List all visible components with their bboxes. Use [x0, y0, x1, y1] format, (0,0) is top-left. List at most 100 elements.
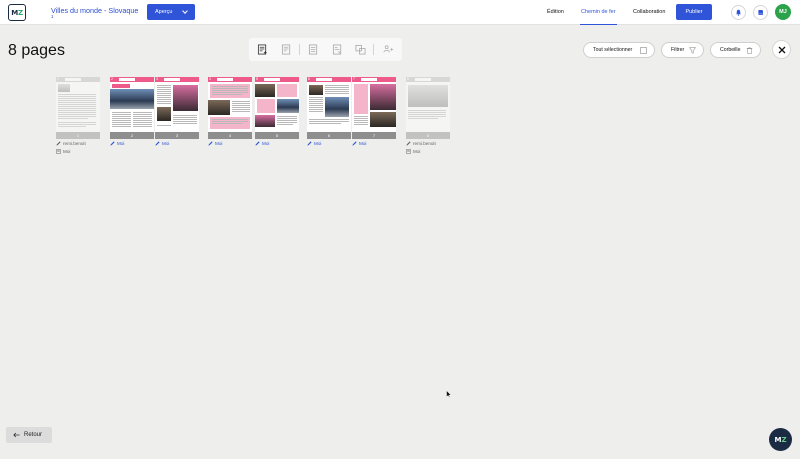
text-line: [157, 93, 171, 94]
text-line: [133, 126, 152, 127]
page-author: Moi: [307, 141, 321, 146]
select-all-button[interactable]: Tout sélectionner: [583, 42, 655, 58]
preview-dropdown-button[interactable]: Aperçu: [147, 4, 195, 20]
book-icon: [758, 10, 763, 15]
preview-label: Aperçu: [155, 9, 173, 15]
help-chat-button[interactable]: MZ: [769, 428, 792, 451]
page-section-tag: [415, 78, 431, 81]
page-thumbnail-3[interactable]: 3 3: [155, 77, 199, 139]
text-line: [157, 99, 171, 100]
text-line: [58, 104, 96, 105]
text-line: [309, 103, 323, 104]
assign-users-tool[interactable]: [382, 43, 394, 55]
page-number-tag: 1: [57, 77, 59, 81]
move-page-tool[interactable]: [354, 43, 366, 55]
text-line: [173, 123, 197, 124]
page-thumbnail-4[interactable]: 4 4: [208, 77, 252, 139]
text-line: [232, 101, 250, 102]
text-line: [309, 97, 323, 98]
text-line: [112, 122, 131, 123]
text-line: [408, 116, 446, 117]
text-line: [408, 112, 446, 113]
page-section-tag: [65, 78, 81, 81]
text-line: [232, 107, 250, 108]
text-line: [277, 120, 297, 121]
toolbar-divider: [373, 44, 374, 55]
highlight-box: [257, 99, 275, 113]
trash-button[interactable]: Corbeille: [710, 42, 761, 58]
bell-icon: [736, 9, 741, 16]
text-line: [58, 102, 96, 103]
page-number-tag: 7: [353, 77, 355, 81]
close-button[interactable]: [772, 40, 791, 59]
text-line: [58, 108, 96, 109]
page-thumbnail-5[interactable]: 5 5: [255, 77, 299, 139]
text-line: [112, 124, 131, 125]
text-line: [133, 122, 152, 123]
document-add-icon: [257, 44, 267, 54]
page-author-name: Moi: [314, 141, 322, 146]
text-line: [157, 101, 171, 102]
text-line: [309, 101, 323, 102]
text-line: [157, 97, 171, 98]
template-tool[interactable]: [331, 43, 343, 55]
tab-collaboration[interactable]: Collaboration: [633, 9, 665, 15]
move-icon: [355, 44, 365, 54]
text-line: [325, 91, 349, 92]
text-line: [58, 98, 96, 99]
document-edit-icon: [281, 44, 290, 54]
document-copy-icon: [308, 44, 317, 54]
page-footer: 8: [406, 132, 450, 139]
document-icon: [406, 149, 411, 154]
page-thumbnail-2[interactable]: 2 2: [110, 77, 154, 139]
page-thumbnail-1[interactable]: 1 1: [56, 77, 100, 139]
text-line: [212, 90, 248, 91]
document-title[interactable]: Villes du monde - Slovaque: [51, 6, 138, 15]
page-author-name: remi.benoit: [413, 141, 436, 146]
page-author-name: Moi: [359, 141, 367, 146]
page-editor-name: Moi: [63, 149, 71, 154]
page-author: Moi: [155, 141, 169, 146]
tab-chemin-de-fer[interactable]: Chemin de fer: [581, 9, 616, 15]
page-number-tag: 2: [111, 77, 113, 81]
text-line: [212, 121, 248, 122]
user-avatar[interactable]: MJ: [775, 4, 791, 20]
text-line: [133, 118, 152, 119]
page-thumbnail-7[interactable]: 7 7: [352, 77, 396, 139]
text-line: [354, 116, 368, 117]
page-section-tag: [361, 78, 377, 81]
page-image: [277, 99, 299, 113]
edit-page-tool[interactable]: [280, 43, 292, 55]
page-image: [255, 115, 275, 127]
page-author: Moi: [352, 141, 366, 146]
trash-icon: [746, 47, 753, 54]
mouse-cursor-icon: [446, 390, 452, 398]
filter-button[interactable]: Filtrer: [661, 42, 704, 58]
back-button[interactable]: Retour: [6, 427, 52, 443]
pencil-icon: [255, 141, 260, 146]
tab-edition[interactable]: Édition: [547, 9, 564, 15]
page-thumbnail-6[interactable]: 6 6: [307, 77, 351, 139]
add-page-tool[interactable]: [256, 43, 268, 55]
publish-button[interactable]: Publier: [676, 4, 712, 20]
notifications-button[interactable]: [731, 5, 746, 20]
text-line: [58, 116, 96, 117]
app-logo[interactable]: MZ: [8, 4, 26, 21]
text-line: [58, 114, 96, 115]
text-line: [309, 123, 341, 124]
document-icon: [56, 149, 61, 154]
page-image: [110, 89, 154, 109]
duplicate-page-tool[interactable]: [307, 43, 319, 55]
text-line: [112, 126, 131, 127]
text-line: [58, 106, 96, 107]
text-line: [277, 116, 297, 117]
page-footer: 6: [307, 132, 351, 139]
text-line: [157, 85, 171, 86]
documentation-button[interactable]: [753, 5, 768, 20]
text-line: [112, 114, 131, 115]
text-line: [133, 120, 152, 121]
page-thumbnail-8[interactable]: 8 8: [406, 77, 450, 139]
text-line: [133, 114, 152, 115]
text-line: [309, 111, 323, 112]
text-line: [408, 114, 446, 115]
